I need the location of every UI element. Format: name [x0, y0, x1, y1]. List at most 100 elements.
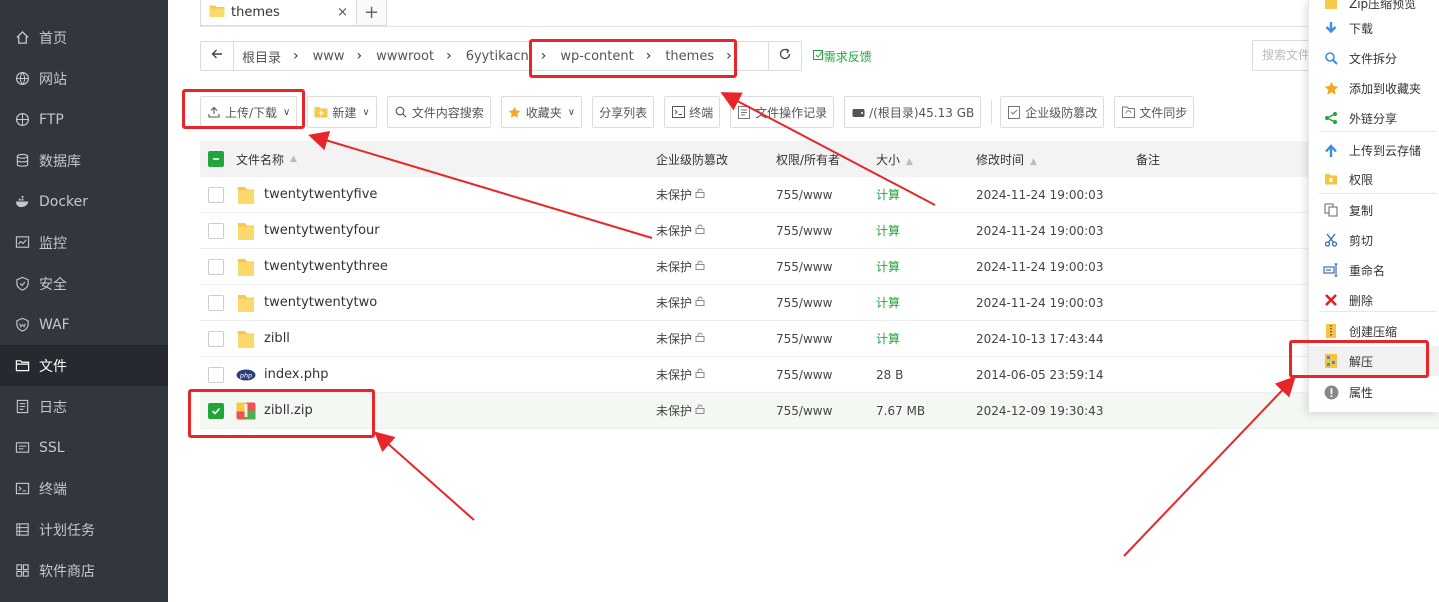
sidebar-item-ssl[interactable]: SSL [0, 427, 168, 468]
file-sync-button[interactable]: 文件同步 [1114, 96, 1195, 128]
file-name[interactable]: zibll [264, 331, 290, 346]
content-search-button[interactable]: 文件内容搜索 [386, 96, 491, 128]
folder-icon [236, 184, 256, 206]
row-checkbox[interactable] [208, 258, 224, 275]
back-button[interactable] [201, 42, 234, 70]
permission[interactable]: 755/www [776, 332, 876, 346]
breadcrumb-item[interactable]: wwwroot › [368, 42, 458, 70]
breadcrumb-item[interactable]: themes › [657, 42, 737, 70]
permission[interactable]: 755/www [776, 404, 876, 418]
lock-icon[interactable] [695, 224, 705, 237]
row-checkbox[interactable] [208, 366, 224, 383]
sidebar-item-database[interactable]: 数据库 [0, 140, 168, 181]
schedule-icon [14, 522, 30, 538]
chevron-down-icon: ∨ [362, 106, 370, 118]
table-row[interactable]: zibll.zip 未保护 755/www 7.67 MB 2024-12-09 19:… [200, 393, 1439, 429]
menu-item-extract[interactable]: 解压 [1309, 346, 1439, 376]
toolbar: 上传/下载 ∨ 新建 ∨ 文件内容搜索 收藏夹 ∨ 分享列表 终端 文件操作记录… [200, 96, 1204, 128]
select-all-checkbox[interactable] [208, 151, 224, 167]
sidebar-item-terminal[interactable]: 终端 [0, 468, 168, 509]
permission[interactable]: 755/www [776, 296, 876, 310]
favorites-button[interactable]: 收藏夹 ∨ [500, 96, 583, 128]
sidebar-item-monitor[interactable]: 监控 [0, 222, 168, 263]
tamper-protection-button[interactable]: 企业级防篡改 [1000, 96, 1105, 128]
table-row[interactable]: twentytwentyfour 未保护 755/www 计算 2024-11-24 1… [200, 213, 1439, 249]
file-size[interactable]: 计算 [876, 330, 976, 347]
refresh-button[interactable] [767, 41, 802, 71]
menu-item-info[interactable]: 属性 [1309, 377, 1439, 407]
menu-item-star[interactable]: 添加到收藏夹 [1309, 73, 1439, 103]
sidebar-item-logs[interactable]: 日志 [0, 386, 168, 427]
header-size[interactable]: 大小 ▲ [876, 151, 976, 168]
menu-item-share[interactable]: 外链分享 [1309, 103, 1439, 133]
sidebar-item-label: 数据库 [39, 153, 81, 170]
lock-icon[interactable] [695, 368, 705, 381]
operation-log-button[interactable]: 文件操作记录 [730, 96, 835, 128]
menu-item-cut[interactable]: 剪切 [1309, 225, 1439, 255]
permission[interactable]: 755/www [776, 368, 876, 382]
menu-item-upload-cloud[interactable]: 上传到云存储 [1309, 135, 1439, 165]
share-list-button[interactable]: 分享列表 [592, 96, 655, 128]
breadcrumb-item[interactable]: 6yytikacn › [458, 42, 553, 70]
menu-item-download[interactable]: 下载 [1309, 13, 1439, 43]
file-name[interactable]: twentytwentytwo [264, 295, 377, 310]
permission[interactable]: 755/www [776, 188, 876, 202]
permission[interactable]: 755/www [776, 260, 876, 274]
menu-item-copy[interactable]: 复制 [1309, 195, 1439, 225]
sidebar-item-store[interactable]: 软件商店 [0, 550, 168, 591]
file-size[interactable]: 计算 [876, 222, 976, 239]
sidebar-item-label: 监控 [39, 235, 67, 252]
table-row[interactable]: php index.php 未保护 755/www 28 B 2014-06-05 23:… [200, 357, 1439, 393]
new-button[interactable]: 新建 ∨ [307, 96, 377, 128]
file-name[interactable]: zibll.zip [264, 403, 313, 418]
lock-icon[interactable] [695, 260, 705, 273]
breadcrumb-item[interactable]: 根目录 › [234, 42, 305, 70]
table-row[interactable]: zibll 未保护 755/www 计算 2024-10-13 17:43:44 [200, 321, 1439, 357]
sidebar-item-home[interactable]: 首页 [0, 17, 168, 58]
feedback-link[interactable]: 需求反馈 [812, 48, 872, 65]
sidebar-item-waf[interactable]: WAF [0, 304, 168, 345]
file-size[interactable]: 计算 [876, 294, 976, 311]
tab-themes[interactable]: themes × [200, 0, 357, 26]
add-tab-button[interactable]: + [357, 0, 387, 26]
table-row[interactable]: twentytwentyfive 未保护 755/www 计算 2024-11-24 1… [200, 177, 1439, 213]
protect-icon [1007, 105, 1021, 119]
row-checkbox[interactable] [208, 294, 224, 311]
row-checkbox[interactable] [208, 222, 224, 239]
header-mtime[interactable]: 修改时间 ▲ [976, 151, 1136, 168]
file-name[interactable]: index.php [264, 367, 328, 382]
row-checkbox[interactable] [208, 330, 224, 347]
file-name[interactable]: twentytwentythree [264, 259, 388, 274]
sidebar-item-files[interactable]: 文件 [0, 345, 168, 386]
close-icon[interactable]: × [337, 5, 348, 20]
lock-icon[interactable] [695, 404, 705, 417]
sidebar-item-security[interactable]: 安全 [0, 263, 168, 304]
toolbar-divider [991, 100, 993, 124]
menu-item-split[interactable]: 文件拆分 [1309, 43, 1439, 73]
menu-item-permission[interactable]: 权限 [1309, 164, 1439, 194]
header-name[interactable]: 文件名称 ▲ [236, 151, 656, 168]
table-row[interactable]: twentytwentytwo 未保护 755/www 计算 2024-11-24 19… [200, 285, 1439, 321]
disk-button[interactable]: /(根目录)45.13 GB [844, 96, 982, 128]
sidebar-item-docker[interactable]: Docker [0, 181, 168, 222]
sidebar-item-schedule[interactable]: 计划任务 [0, 509, 168, 550]
file-size[interactable]: 计算 [876, 258, 976, 275]
file-size[interactable]: 计算 [876, 186, 976, 203]
breadcrumb-item[interactable]: www › [305, 42, 369, 70]
lock-icon[interactable] [695, 332, 705, 345]
file-name[interactable]: twentytwentyfour [264, 223, 380, 238]
menu-item-rename[interactable]: 重命名 [1309, 255, 1439, 285]
file-name[interactable]: twentytwentyfive [264, 187, 377, 202]
sidebar-item-ftp[interactable]: FTP [0, 99, 168, 140]
terminal-button[interactable]: 终端 [664, 96, 721, 128]
menu-item-compress[interactable]: 创建压缩 [1309, 316, 1439, 346]
lock-icon[interactable] [695, 188, 705, 201]
upload-download-button[interactable]: 上传/下载 ∨ [200, 96, 298, 128]
breadcrumb-item[interactable]: wp-content › [552, 42, 657, 70]
table-row[interactable]: twentytwentythree 未保护 755/www 计算 2024-11-24 … [200, 249, 1439, 285]
row-checkbox[interactable] [208, 402, 224, 419]
lock-icon[interactable] [695, 296, 705, 309]
row-checkbox[interactable] [208, 186, 224, 203]
permission[interactable]: 755/www [776, 224, 876, 238]
sidebar-item-website[interactable]: 网站 [0, 58, 168, 99]
